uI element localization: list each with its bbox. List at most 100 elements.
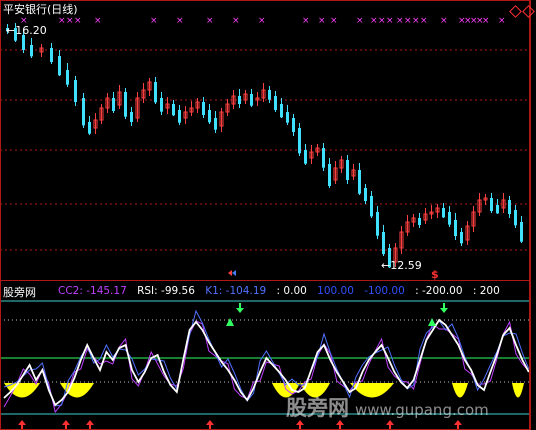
readout-cc2: CC2: -145.17 [58,285,127,297]
candle-body [346,160,349,180]
candle-body [268,90,271,100]
candle-body [514,210,517,226]
candle-body [322,148,325,168]
candle-body [160,98,163,112]
candle-body [292,118,295,132]
candle-body [376,212,379,236]
candle-body [454,220,457,236]
candle-body [328,164,331,186]
peak-triangle-icon [428,318,436,326]
candle-body [358,170,361,194]
readout-k1: K1: -104.19 [205,285,267,297]
stock-chart: × × × × × × × × × × × × × × × × × × × × × × ××××× ×$ [0,0,531,430]
x-marker: × [378,16,386,26]
candle-body [364,188,367,201]
watermark-text: 股旁网 [286,396,349,420]
candle-body [88,122,91,134]
candle-body [66,70,69,85]
chart-title: 平安银行(日线) [3,3,78,16]
x-marker: × [330,16,338,26]
candle-body [214,118,217,130]
readout-rsi: RSI: -99.56 [137,285,195,297]
x-marker: × [412,16,420,26]
signal-markers: × × × × × × × × × × × × × × × × × × × × × × ××××× ×$ [20,16,506,281]
candle-body [250,94,253,106]
x-marker: × [420,16,428,26]
candle-body [30,45,33,57]
dollar-marker: $ [431,268,439,281]
candle-body [22,35,25,50]
x-marker: × [302,16,310,26]
x-marker: × [150,16,158,26]
buy-arrow-icon [86,420,94,430]
candle-body [520,222,523,242]
readout-100: 100.00 [317,285,354,297]
watermark-url: www.gupang.com [355,401,489,419]
buy-arrow-icon [62,420,70,430]
x-marker: × [232,16,240,26]
x-marker: × [482,16,490,26]
x-marker: × [258,16,266,26]
arrow-left-icon: ← [381,259,391,272]
readout-200: : 200 [472,285,500,297]
x-marker: × [74,16,82,26]
watermark: 股旁网 www.gupang.com [286,392,489,422]
candle-body [304,150,307,164]
candle-body [508,200,511,214]
candle-body [50,48,53,62]
price-low-label: ←12.59 [381,259,422,272]
candle-body [274,96,277,110]
buy-arrow-icon [18,420,26,430]
candle-body [370,196,373,217]
candle-body [418,218,421,225]
x-marker: × [58,16,66,26]
candle-body [280,104,283,118]
candle-body [208,110,211,123]
candle-body [124,92,127,117]
candle-body [130,112,133,122]
x-marker: × [356,16,364,26]
price-high-value: 16.20 [15,24,47,37]
candle-body [74,80,77,102]
candle-body [112,98,115,111]
candle-body [178,110,181,123]
sell-arrow-icon [440,303,448,313]
x-marker: × [396,16,404,26]
indicator-readouts: CC2: -145.17 RSI: -99.56 K1: -104.19 : 0… [58,285,507,298]
indicator-name: 股旁网 [3,286,36,299]
candle-body [490,198,493,211]
x-marker: × [404,16,412,26]
candle-body [172,104,175,116]
readout-zero: : 0.00 [276,285,307,297]
readout-minus100: -100.00 [364,285,405,297]
x-marker: × [386,16,394,26]
x-marker: × [370,16,378,26]
x-marker: × [206,16,214,26]
arrow-left-icon: ← [6,24,16,37]
candle-body [58,56,61,76]
candle-body [154,82,157,103]
candle-body [298,128,301,154]
sell-arrow-icon [236,303,244,313]
peak-triangle-icon [226,318,234,326]
buy-arrow-icon [206,420,214,430]
signal-marker [232,270,236,276]
signal-marker [228,270,232,276]
x-marker: × [176,16,184,26]
candle-body [202,102,205,115]
x-marker: × [318,16,326,26]
candle-body [448,212,451,225]
price-high-label: ←16.20 [6,24,47,37]
candle-body [496,205,499,214]
x-marker: × [498,16,506,26]
readout-minus200: : -200.00 [415,285,463,297]
price-low-value: 12.59 [390,259,422,272]
candle-body [238,96,241,104]
candle-body [460,232,463,244]
candle-body [382,232,385,254]
candle-body [286,112,289,123]
candlestick-series [6,23,523,268]
oversold-fill [512,383,524,398]
candle-body [82,98,85,126]
x-marker: × [440,16,448,26]
